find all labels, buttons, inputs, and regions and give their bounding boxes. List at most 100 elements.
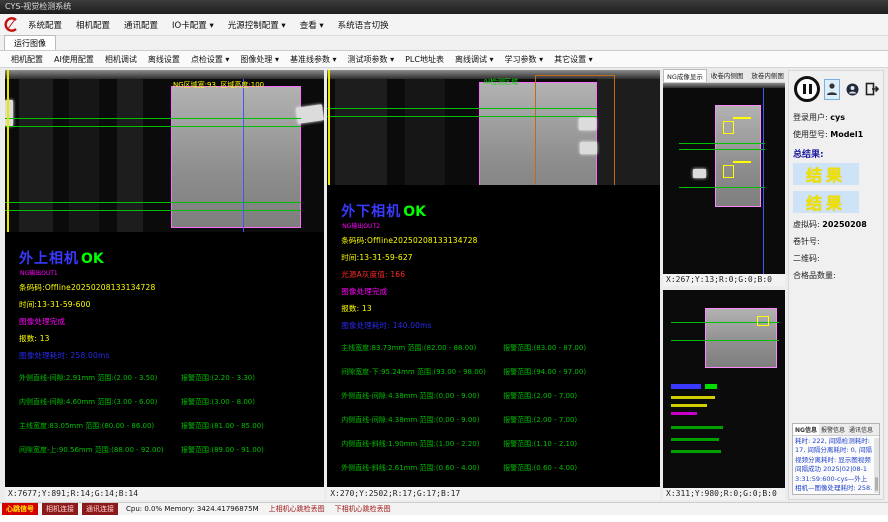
menu-bar: 系统配置 相机配置 通讯配置 IO卡配置 ▾ 光源控制配置 ▾ 查看 ▾ 系统语… (0, 14, 888, 36)
log-body[interactable]: 耗时: 222, 间隔检测耗时: 17, 间隔分离耗时: 0, 间隔视频分离耗时… (793, 436, 879, 494)
model-label: 使用型号: (793, 130, 828, 139)
ng-region-label: NG区域宽:93, 区域高度:100 (173, 80, 264, 90)
result-text-outer-lower: 外下相机OK NG输出OUT2 条码码:Offline2025020813313… (327, 185, 660, 487)
measure-line-overlay (679, 187, 765, 188)
measure-line-overlay (5, 126, 301, 127)
menu-item-light-config[interactable]: 光源控制配置 ▾ (222, 16, 292, 34)
measure-line-overlay (5, 210, 301, 211)
virtual-code-value: 20250208 (822, 220, 867, 229)
menu-item-io-config[interactable]: IO卡配置 ▾ (166, 16, 220, 34)
process-status-text: 图像处理完成 (19, 316, 324, 327)
time-text: 时间:13-31-59-627 (341, 252, 660, 263)
camera-panel-outer-upper: NG区域宽:93, 区域高度:100 外上相机OK NG输出OUT1 条码码:O… (5, 70, 324, 500)
measurement-row: 外侧直线-间隙:4.38mm 范围:(0.00 - 9.00) 报警范围:(2.… (341, 391, 660, 401)
log-tab-alarm[interactable]: 报警信息 (819, 424, 847, 435)
exit-button[interactable] (864, 79, 880, 100)
baseline-overlay (243, 79, 244, 232)
lower-cam-heartbeat-text: 下相机心跳检丢图 (335, 504, 391, 514)
toolbar-image-processing[interactable]: 图像处理 ▾ (235, 52, 284, 67)
mini-text-line (671, 396, 715, 399)
measure-line-overlay (327, 116, 597, 117)
measure-line-overlay (5, 118, 301, 119)
measurement-row: 主线宽度:83.05mm 范围:(80.00 - 86.00) 报警范围:(81… (19, 421, 324, 431)
menu-item-system-config[interactable]: 系统配置 (22, 16, 68, 34)
camera-image-outer-lower[interactable]: AI检测区域 (327, 70, 660, 185)
camera-image-outer-upper[interactable]: NG区域宽:93, 区域高度:100 (5, 70, 324, 232)
model-value[interactable]: Model1 (830, 130, 863, 139)
mini-text-line (671, 384, 701, 389)
user-login-button[interactable] (824, 79, 840, 100)
menu-item-language-switch[interactable]: 系统语言切换 (332, 16, 395, 34)
menu-item-camera-config[interactable]: 相机配置 (70, 16, 116, 34)
toolbar-baseline-params[interactable]: 基准线参数 ▾ (285, 52, 342, 67)
main-area: NG区域宽:93, 区域高度:100 外上相机OK NG输出OUT1 条码码:O… (0, 68, 888, 502)
tab-ng-imaging[interactable]: NG成像显示 (663, 69, 707, 82)
measurement-value: 间隙宽度-上:90.56mm 范围:(88.00 - 92.00) (19, 445, 181, 455)
menu-item-view[interactable]: 查看 ▾ (294, 16, 330, 34)
measurement-row: 主线宽度:83.73mm 范围:(82.00 - 88.00) 报警范围:(83… (341, 343, 660, 353)
target-box-overlay (723, 121, 734, 134)
barcode-text: 条码码:Offline20250208133134728 (341, 235, 660, 246)
measurement-value: 主线宽度:83.73mm 范围:(82.00 - 88.00) (341, 343, 503, 353)
target-box-overlay (723, 165, 734, 178)
needle-number-label: 卷针号: (793, 236, 879, 247)
measurement-row: 内侧直线-斜线:1.90mm 范围:(1.00 - 2.20) 报警范围:(1.… (341, 439, 660, 449)
toolbar-plc-address[interactable]: PLC地址表 (400, 52, 449, 67)
measurement-value: 外侧直线-间隙:4.38mm 范围:(0.00 - 9.00) (341, 391, 503, 401)
toolbar-learn-params[interactable]: 学习参数 ▾ (500, 52, 549, 67)
comm-connect-badge: 通讯连接 (82, 503, 118, 515)
result-box-upper: 结果 (793, 163, 859, 185)
light-gray-value-text: 光源A灰度值: 166 (341, 269, 660, 280)
window-titlebar: CYS-视觉检测系统 (0, 0, 888, 14)
preview-image-top[interactable] (663, 83, 785, 274)
log-tab-ng[interactable]: NG信息 (793, 424, 819, 435)
toolbar-camera-config[interactable]: 相机配置 (6, 52, 48, 67)
time-text: 时间:13-31-59-600 (19, 299, 324, 310)
frame-count-text: 报数: 13 (19, 333, 324, 344)
toolbar-offline-debug[interactable]: 离线调试 ▾ (450, 52, 499, 67)
menu-item-comm-config[interactable]: 通讯配置 (118, 16, 164, 34)
result-text-outer-upper: 外上相机OK NG输出OUT1 条码码:Offline2025020813313… (5, 232, 324, 487)
user-badge-icon (846, 83, 859, 96)
tab-unwinding-inner[interactable]: 放卷内侧图 (747, 68, 788, 82)
alarm-range: 报警范围:(2.00 - 7.00) (503, 391, 577, 401)
alarm-range: 报警范围:(2.20 - 3.30) (181, 373, 255, 383)
control-buttons (794, 76, 880, 102)
tab-winding-inner[interactable]: 收卷内侧图 (707, 68, 748, 82)
preview-image-bottom[interactable] (663, 290, 785, 488)
preview-column: NG成像显示 收卷内侧图 放卷内侧图 X:267;Y:13;R:0;G:0;B:… (663, 70, 785, 500)
toolbar-offline-settings[interactable]: 离线设置 (143, 52, 185, 67)
inspected-cell-region (171, 86, 301, 228)
toolbar-ai-usage-config[interactable]: AI使用配置 (49, 52, 99, 67)
toolbar-test-params[interactable]: 测试项参数 ▾ (343, 52, 400, 67)
result-ok-badge: OK (81, 251, 104, 267)
qr-code-label: 二维码: (793, 253, 879, 264)
measurement-value: 间隙宽度-下:95.24mm 范围:(93.00 - 98.00) (341, 367, 503, 377)
login-user-label: 登录用户: (793, 113, 828, 122)
measurement-value: 内侧直线-斜线:1.90mm 范围:(1.00 - 2.20) (341, 439, 503, 449)
tab-run-image[interactable]: 运行图像 (4, 35, 56, 50)
alarm-range: 报警范围:(83.00 - 87.00) (503, 343, 586, 353)
preview-panel-bottom: X:311;Y:980;R:0;G:0;B:0 (663, 290, 785, 500)
toolbar-spot-check[interactable]: 点检设置 ▾ (186, 52, 235, 67)
log-box: NG信息 报警信息 通讯信息 耗时: 222, 间隔检测耗时: 17, 间隔分离… (792, 423, 880, 495)
pause-button[interactable] (794, 76, 820, 102)
inspected-cell-region (715, 105, 761, 207)
measure-line-overlay (671, 340, 779, 341)
log-scroll-thumb[interactable] (875, 477, 878, 491)
toolbar-camera-debug[interactable]: 相机调试 (100, 52, 142, 67)
log-scrollbar[interactable] (874, 438, 879, 493)
user-manage-button[interactable] (844, 79, 860, 100)
toolbar-other-settings[interactable]: 其它设置 ▾ (549, 52, 598, 67)
log-tab-comm[interactable]: 通讯信息 (847, 424, 875, 435)
measure-line-overlay (679, 149, 765, 150)
window-title: CYS-视觉检测系统 (5, 2, 71, 11)
measurement-row: 外侧直线-间隙:2.91mm 范围:(2.00 - 3.50) 报警范围:(2.… (19, 373, 324, 383)
exit-door-icon (865, 82, 879, 96)
mini-text-line (671, 438, 719, 441)
preview-panel-top: NG成像显示 收卷内侧图 放卷内侧图 X:267;Y:13;R:0;G:0;B:… (663, 70, 785, 286)
measurement-value: 内侧直线-间隙:4.38mm 范围:(0.00 - 9.00) (341, 415, 503, 425)
bright-feature-graphic (693, 169, 706, 178)
mini-text-line (671, 404, 707, 407)
measurement-list: 主线宽度:83.73mm 范围:(82.00 - 88.00) 报警范围:(83… (341, 343, 660, 473)
